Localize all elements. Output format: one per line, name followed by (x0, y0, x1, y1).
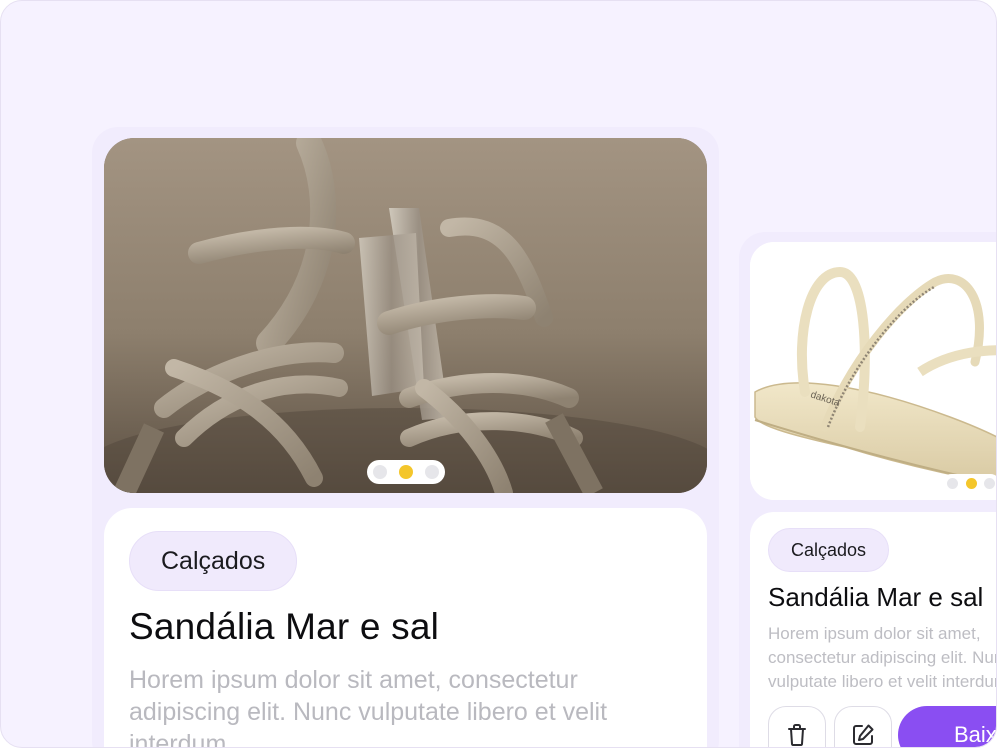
flat-sandal-photo: dakota (750, 242, 996, 500)
trash-icon (788, 724, 806, 746)
carousel-dot[interactable] (984, 478, 995, 489)
product-title: Sandália Mar e sal (129, 606, 440, 647)
delete-button[interactable] (768, 706, 826, 747)
product-image-carousel[interactable] (104, 138, 707, 493)
product-info: Calçados Sandália Mar e sal Horem ipsum … (104, 508, 707, 748)
carousel-indicator (367, 460, 445, 484)
carousel-dot-active[interactable] (399, 465, 413, 479)
product-card[interactable]: dakota Calçados Sandália Mar e sal Horem… (739, 232, 997, 747)
product-info: Calçados Sandália Mar e sal Horem ipsum … (750, 512, 997, 747)
product-title: Sandália Mar e sal (768, 582, 984, 612)
category-chip[interactable]: Calçados (768, 528, 890, 572)
download-button[interactable]: Baixar (898, 706, 996, 747)
edit-button[interactable] (834, 706, 892, 747)
sandals-photo (104, 138, 707, 493)
carousel-dot[interactable] (373, 465, 387, 479)
product-image-carousel[interactable]: dakota (750, 242, 996, 500)
product-card[interactable]: Calçados Sandália Mar e sal Horem ipsum … (92, 127, 719, 748)
carousel-dot-active[interactable] (965, 478, 977, 489)
product-description: Horem ipsum dolor sit amet, consectetur … (129, 666, 608, 748)
carousel-indicator (942, 474, 996, 493)
product-description: Horem ipsum dolor sit amet, consectetur … (768, 624, 997, 691)
category-chip[interactable]: Calçados (129, 531, 298, 591)
edit-icon (853, 724, 874, 745)
carousel-dot[interactable] (425, 465, 439, 479)
carousel-dot[interactable] (947, 478, 958, 489)
app-frame: Calçados Sandália Mar e sal Horem ipsum … (0, 0, 997, 748)
